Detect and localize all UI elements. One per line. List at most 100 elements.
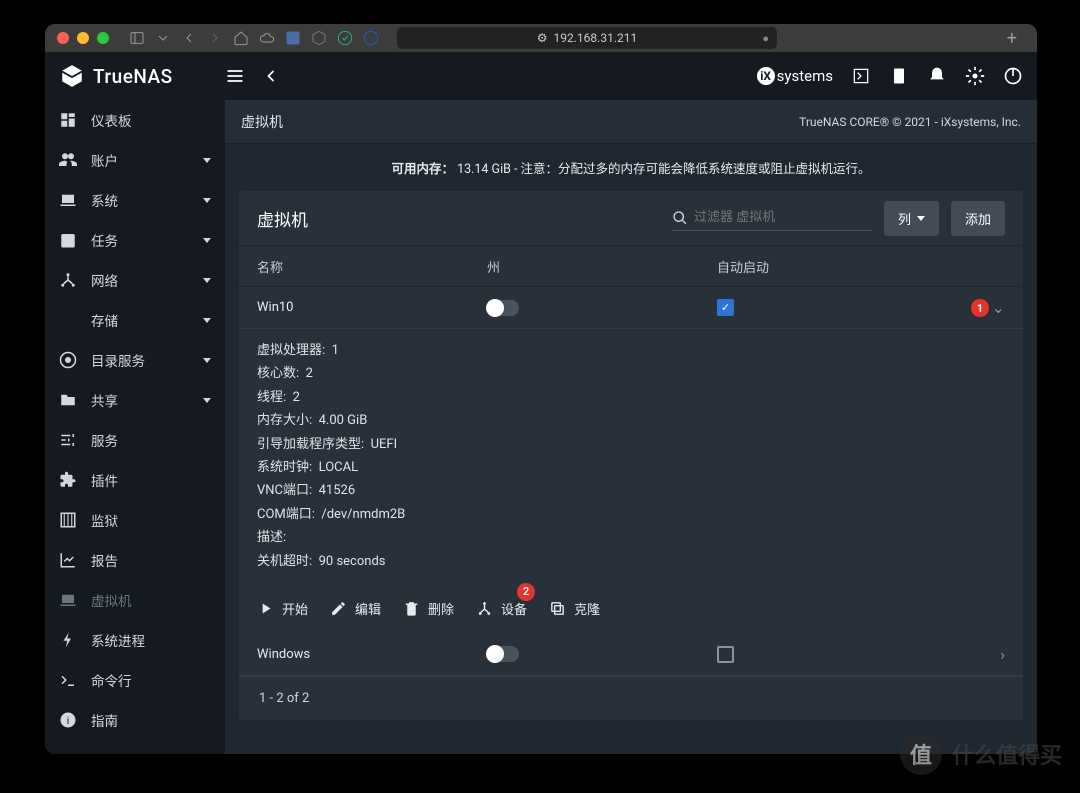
clone-button[interactable]: 克隆: [549, 599, 600, 618]
network-icon: [59, 271, 77, 289]
back-icon[interactable]: [261, 66, 281, 86]
sidebar-item-11[interactable]: 报告: [45, 540, 225, 580]
truenas-logo-icon: [59, 63, 85, 89]
autostart-checkbox[interactable]: [717, 646, 734, 663]
tune-icon: [59, 431, 77, 449]
onepass-ext-icon[interactable]: [363, 30, 379, 46]
sidebar-item-13[interactable]: 系统进程: [45, 620, 225, 660]
sidebar-toggle-icon[interactable]: [129, 30, 145, 46]
jail-icon: [59, 511, 77, 529]
window-maximize-button[interactable]: [97, 32, 109, 44]
chevron-down-icon: ⌄: [992, 298, 1005, 317]
sidebar-item-3[interactable]: 任务: [45, 220, 225, 260]
terminal-icon: [59, 671, 77, 689]
col-header-state[interactable]: 州: [487, 257, 717, 276]
chevron-down-icon: [203, 278, 211, 283]
folder-icon: [59, 391, 77, 409]
app-header: TrueNAS iXsystems: [45, 52, 1037, 100]
autostart-checkbox[interactable]: [717, 299, 734, 316]
mac-titlebar: ⚙ 192.168.31.211 ● +: [45, 24, 1037, 52]
extension-icon: [59, 471, 77, 489]
lock-icon: ⚙: [537, 31, 548, 45]
power-icon[interactable]: [1003, 66, 1023, 86]
vm-details: 虚拟处理器: 1 核心数: 2 线程: 2 内存大小: 4.00 GiB 引导加…: [239, 329, 1023, 587]
info-icon: i: [59, 711, 77, 729]
chevron-down-icon: [203, 398, 211, 403]
sidebar-item-12[interactable]: 虚拟机: [45, 580, 225, 620]
report-icon: [59, 551, 77, 569]
new-tab-button[interactable]: +: [999, 28, 1025, 49]
gear-icon[interactable]: [965, 66, 985, 86]
url-bar[interactable]: ⚙ 192.168.31.211 ●: [397, 27, 777, 49]
sidebar-item-4[interactable]: 网络: [45, 260, 225, 300]
sidebar-item-2[interactable]: 系统: [45, 180, 225, 220]
check-ext-icon[interactable]: [337, 30, 353, 46]
url-text: 192.168.31.211: [554, 31, 638, 45]
breadcrumb: 虚拟机: [241, 112, 283, 132]
search-icon: [672, 210, 688, 226]
sidebar-item-7[interactable]: 共享: [45, 380, 225, 420]
start-button[interactable]: 开始: [257, 599, 308, 618]
cube-ext-icon[interactable]: [311, 30, 327, 46]
add-button[interactable]: 添加: [951, 201, 1005, 236]
sidebar-item-15[interactable]: i指南: [45, 700, 225, 740]
sidebar-item-5[interactable]: 存储: [45, 300, 225, 340]
vm-row-win10[interactable]: Win10 1 ⌄: [239, 287, 1023, 329]
clipboard-icon[interactable]: [889, 66, 909, 86]
reader-icon[interactable]: ●: [762, 32, 769, 45]
state-toggle[interactable]: [487, 300, 519, 316]
annotation-badge-1: 1: [971, 299, 989, 317]
sidebar-item-1[interactable]: 账户: [45, 140, 225, 180]
chevron-down-icon[interactable]: [155, 30, 171, 46]
filter-input[interactable]: [694, 210, 872, 225]
copyright: TrueNAS CORE® © 2021 - iXsystems, Inc.: [799, 115, 1021, 129]
process-icon: [59, 631, 77, 649]
sidebar-item-6[interactable]: 目录服务: [45, 340, 225, 380]
vm-row-windows[interactable]: Windows ›: [239, 634, 1023, 676]
card-title: 虚拟机: [257, 206, 308, 231]
memory-notice: 可用内存： 13.14 GiB - 注意：分配过多的内存可能会降低系统速度或阻止…: [225, 144, 1037, 191]
columns-button[interactable]: 列: [884, 201, 939, 236]
state-toggle[interactable]: [487, 646, 519, 662]
watermark: 值 什么值得买: [900, 733, 1062, 775]
bell-icon[interactable]: [927, 66, 947, 86]
delete-button[interactable]: 删除: [403, 599, 454, 618]
devices-button[interactable]: 设备 2: [476, 599, 527, 618]
nav-forward-icon[interactable]: [207, 30, 223, 46]
menu-toggle-icon[interactable]: [225, 66, 245, 86]
chevron-down-icon: [203, 358, 211, 363]
laptop-icon: [59, 591, 77, 609]
col-header-autostart[interactable]: 自动启动: [717, 257, 1005, 276]
js-ext-icon[interactable]: [285, 30, 301, 46]
group-icon: [59, 151, 77, 169]
chevron-down-icon: [203, 158, 211, 163]
brand-name: TrueNAS: [93, 65, 173, 88]
laptop-icon: [59, 191, 77, 209]
sidebar-item-0[interactable]: 仪表板: [45, 100, 225, 140]
window-close-button[interactable]: [57, 32, 69, 44]
cloud-icon[interactable]: [259, 30, 275, 46]
brand-logo[interactable]: TrueNAS: [59, 63, 225, 89]
pagination-text: 1 - 2 of 2: [239, 676, 1023, 720]
sidebar-item-10[interactable]: 监狱: [45, 500, 225, 540]
nav-back-icon[interactable]: [181, 30, 197, 46]
sidebar-item-8[interactable]: 服务: [45, 420, 225, 460]
storage-icon: [59, 311, 77, 329]
col-header-name[interactable]: 名称: [257, 257, 487, 276]
chevron-down-icon: [203, 238, 211, 243]
window-minimize-button[interactable]: [77, 32, 89, 44]
calendar-icon: [59, 231, 77, 249]
chevron-down-icon: [203, 318, 211, 323]
truecmd-icon[interactable]: [851, 66, 871, 86]
directory-icon: [59, 351, 77, 369]
chevron-down-icon: [203, 198, 211, 203]
sidebar-item-14[interactable]: 命令行: [45, 660, 225, 700]
vm-actions: 开始 编辑 删除 设备 2 克隆: [239, 587, 1023, 634]
svg-text:i: i: [67, 714, 70, 727]
sidebar-item-9[interactable]: 插件: [45, 460, 225, 500]
edit-button[interactable]: 编辑: [330, 599, 381, 618]
home-icon[interactable]: [233, 30, 249, 46]
filter-search[interactable]: [672, 206, 872, 231]
ixsystems-logo[interactable]: iXsystems: [757, 67, 833, 85]
vm-card: 虚拟机 列 添加 名称 州 自动启动 Win10: [239, 191, 1023, 720]
